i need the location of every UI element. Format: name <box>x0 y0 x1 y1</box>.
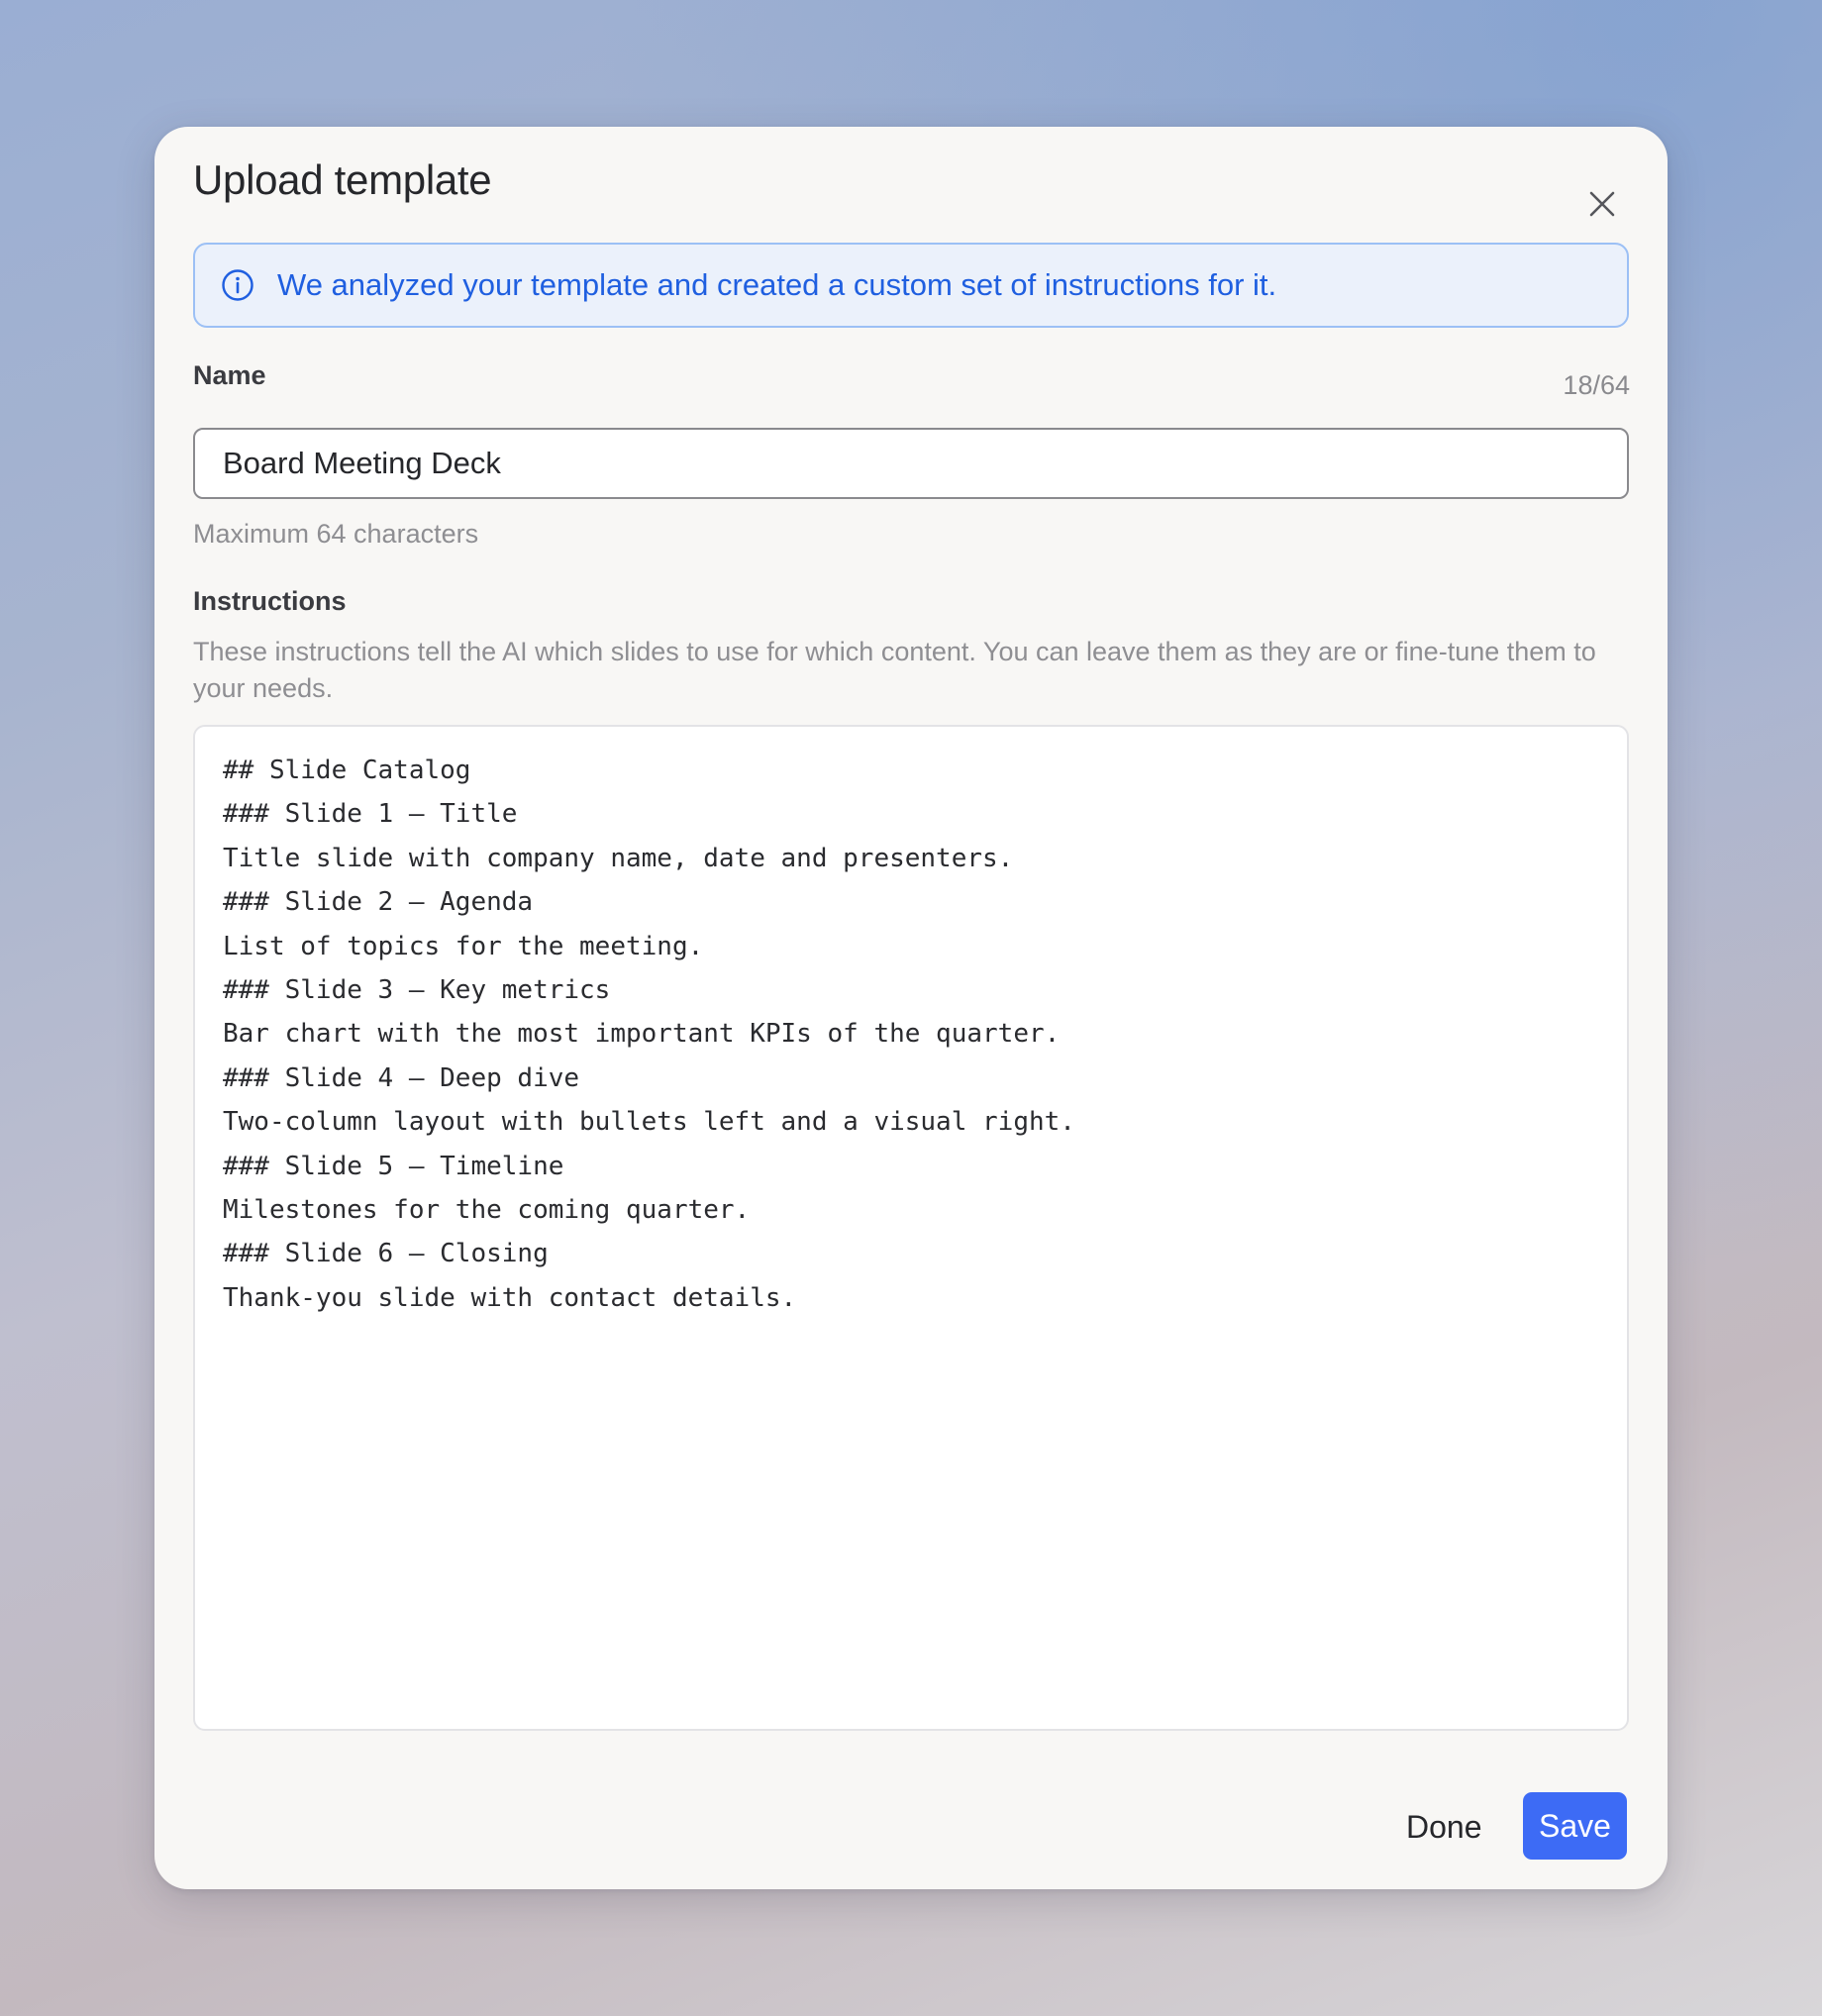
close-button[interactable] <box>1574 176 1630 232</box>
name-label: Name <box>193 360 266 390</box>
name-helper-text: Maximum 64 characters <box>193 519 479 549</box>
name-character-counter: 18/64 <box>1563 370 1630 400</box>
instructions-label: Instructions <box>193 586 347 616</box>
instructions-description: These instructions tell the AI which sli… <box>193 637 1596 703</box>
info-banner-text: We analyzed your template and created a … <box>277 267 1277 302</box>
name-input[interactable] <box>193 428 1629 499</box>
close-icon <box>1589 191 1615 217</box>
done-button[interactable]: Done <box>1394 1794 1494 1860</box>
dialog-title: Upload template <box>193 156 492 203</box>
save-button[interactable]: Save <box>1523 1792 1627 1860</box>
instructions-textarea[interactable]: ## Slide Catalog ### Slide 1 — Title Tit… <box>193 725 1629 1731</box>
info-icon <box>221 268 254 302</box>
upload-template-dialog: Upload template We analyzed your templat… <box>154 127 1668 1889</box>
info-banner: We analyzed your template and created a … <box>193 243 1629 328</box>
